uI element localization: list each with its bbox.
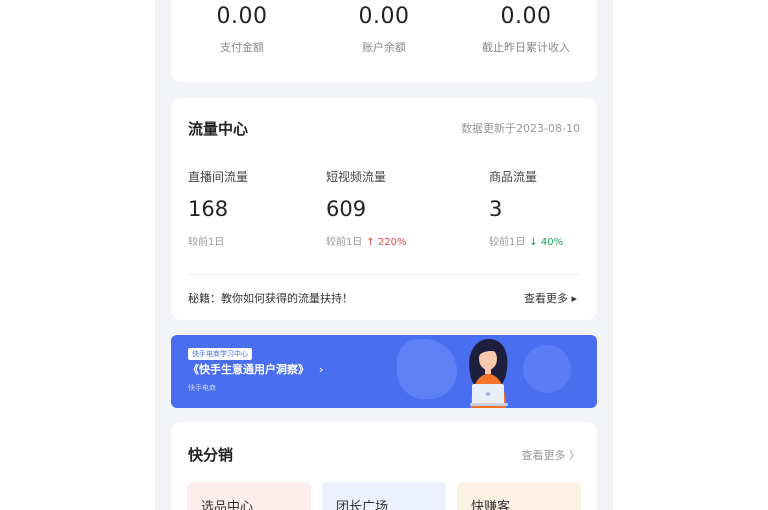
banner-title: 《快手生意通用户洞察》 › (188, 361, 323, 377)
metric-value: 168 (188, 197, 229, 221)
metric-live-room-traffic[interactable]: 直播间流量 168 较前1日 (188, 168, 248, 248)
metric-value: 609 (326, 197, 367, 221)
banner-tag: 快手电商学习中心 (188, 348, 252, 360)
tile-group-leader-plaza[interactable]: 团长广场 (322, 482, 446, 510)
app-screen: 0.00 支付金额 0.00 账户余额 0.00 截止昨日累计收入 流量中心 数… (155, 0, 613, 510)
metric-label: 直播间流量 (188, 170, 249, 184)
metric-label: 商品流量 (489, 170, 538, 184)
metric-compare: 较前1日 ↑ 220% (326, 233, 407, 248)
kuaifenxiao-title: 快分销 (188, 446, 234, 464)
banner-decoration (397, 339, 457, 399)
metric-compare-label: 较前1日 (326, 237, 363, 248)
stat-label: 支付金额 (220, 41, 264, 54)
stat-label: 截止昨日累计收入 (482, 41, 570, 54)
stat-value: 0.00 (500, 4, 552, 29)
metric-value: 3 (489, 197, 503, 221)
metric-compare-label: 较前1日 (188, 237, 225, 248)
banner-arrow-icon: › (318, 363, 324, 376)
divider (188, 274, 580, 275)
traffic-center-card: 流量中心 数据更新于2023-08-10 直播间流量 168 较前1日 短视频流… (171, 98, 597, 320)
banner-title-text: 《快手生意通用户洞察》 (188, 363, 309, 376)
tile-product-selection-center[interactable]: 选品中心 (187, 482, 311, 510)
kuaifenxiao-view-more-link[interactable]: 查看更多 〉 (522, 447, 581, 463)
banner-subtitle: 快手电商 (188, 384, 216, 392)
metric-short-video-traffic[interactable]: 短视频流量 609 较前1日 ↑ 220% (326, 168, 407, 248)
data-updated-date: 数据更新于2023-08-10 (461, 122, 580, 135)
stat-value: 0.00 (358, 4, 410, 29)
traffic-center-title: 流量中心 (188, 120, 249, 138)
stat-account-balance[interactable]: 0.00 账户余额 (313, 4, 455, 55)
metric-compare: 较前1日 ↓ 40% (489, 233, 563, 248)
metric-change-up: ↑ 220% (366, 237, 407, 248)
view-more-link[interactable]: 查看更多 ▸ (524, 290, 577, 306)
metric-compare-label: 较前1日 (489, 237, 526, 248)
stat-label: 账户余额 (362, 41, 406, 54)
kuaifenxiao-card: 快分销 查看更多 〉 选品中心 团长广场 快赚客 (171, 422, 597, 510)
stat-payment-amount[interactable]: 0.00 支付金额 (171, 4, 313, 55)
metric-compare: 较前1日 (188, 233, 248, 248)
promo-banner[interactable]: 快手电商学习中心 《快手生意通用户洞察》 › 快手电商 (171, 335, 597, 408)
stat-value: 0.00 (216, 4, 268, 29)
traffic-tip[interactable]: 秘籍：教你如何获得的流量扶持！ (188, 290, 353, 306)
banner-pagination (374, 398, 394, 408)
earnings-summary-card: 0.00 支付金额 0.00 账户余额 0.00 截止昨日累计收入 (171, 0, 597, 82)
banner-decoration (523, 345, 571, 393)
metric-change-down: ↓ 40% (529, 237, 564, 248)
metric-product-traffic[interactable]: 商品流量 3 较前1日 ↓ 40% (489, 168, 563, 248)
metric-label: 短视频流量 (326, 170, 387, 184)
woman-with-laptop-illustration (469, 339, 508, 408)
tile-kuaizhuanke[interactable]: 快赚客 (457, 482, 581, 510)
stat-cumulative-income[interactable]: 0.00 截止昨日累计收入 (455, 4, 597, 55)
